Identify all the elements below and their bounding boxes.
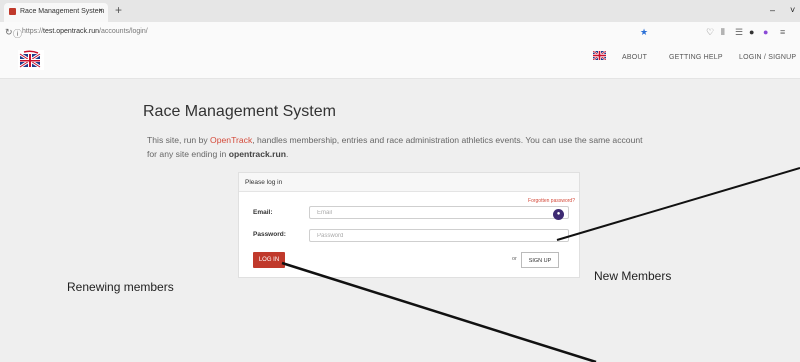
arrow-to-login-icon (281, 261, 597, 362)
annotation-arrows (281, 167, 800, 362)
arrow-to-signup-icon (556, 167, 800, 241)
